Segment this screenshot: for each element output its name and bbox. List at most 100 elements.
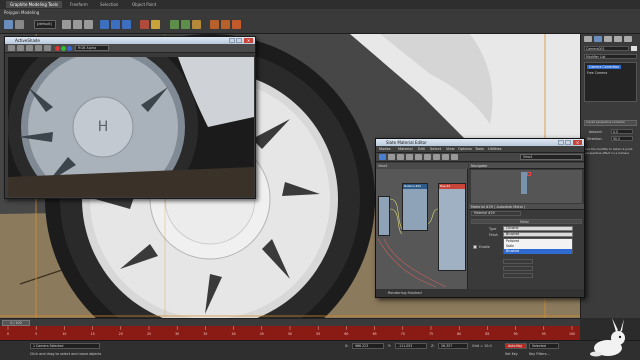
- finish-dropdown-list[interactable]: Polished Satin Brushed: [503, 238, 573, 254]
- object-name-field[interactable]: Camera001: [584, 46, 629, 51]
- modify-tab-icon[interactable]: [594, 36, 602, 42]
- finish-dropdown[interactable]: Brushed: [503, 232, 573, 237]
- save-image-icon[interactable]: [8, 45, 15, 51]
- hide-slots-icon[interactable]: [433, 154, 440, 160]
- clear-icon[interactable]: [44, 45, 51, 51]
- tab-freeform[interactable]: Freeform: [66, 1, 92, 8]
- menu-material[interactable]: Material: [398, 147, 413, 151]
- amount-field[interactable]: [503, 259, 533, 264]
- snap-toggle-icon[interactable]: [100, 20, 109, 29]
- auto-key-button[interactable]: Auto Key: [505, 343, 527, 349]
- menu-modes[interactable]: Modes: [379, 147, 391, 151]
- put-to-scene-icon[interactable]: [397, 154, 404, 160]
- timeline-tick-label: 25: [147, 332, 151, 336]
- scale-field[interactable]: [503, 273, 533, 278]
- time-slider[interactable]: 0 / 100: [0, 318, 580, 326]
- modifier-stack[interactable]: Camera Correction Free Camera: [584, 62, 637, 102]
- timeline-tick-label: 60: [344, 332, 348, 336]
- metal-rollout-header[interactable]: Metal: [471, 219, 582, 224]
- direction-spinner[interactable]: 90.0: [611, 136, 633, 141]
- sme-maximize-button[interactable]: [565, 140, 571, 145]
- tab-object-paint[interactable]: Object Paint: [128, 1, 160, 8]
- maximize-button[interactable]: [236, 38, 242, 43]
- prompt-line: Click and drag to select and move object…: [30, 352, 102, 356]
- key-filters-button[interactable]: Key Filters...: [529, 352, 550, 356]
- type-dropdown[interactable]: Chrome: [503, 226, 573, 231]
- assign-material-icon[interactable]: [406, 154, 413, 160]
- render-setup-icon[interactable]: [210, 20, 219, 29]
- motion-tab-icon[interactable]: [614, 36, 622, 42]
- close-button[interactable]: ✕: [244, 38, 253, 43]
- activeshade-title: ActiveShade: [15, 38, 40, 43]
- angle-snap-icon[interactable]: [111, 20, 120, 29]
- view-dropdown[interactable]: [default]: [34, 20, 56, 29]
- blue-channel-icon[interactable]: [67, 46, 72, 51]
- material-editor-icon[interactable]: [192, 20, 201, 29]
- show-map-icon[interactable]: [442, 154, 449, 160]
- select-object-icon[interactable]: [4, 20, 13, 29]
- tab-graphite-modeling[interactable]: Graphite Modeling Tools: [6, 1, 63, 8]
- menu-select[interactable]: Select: [430, 147, 441, 151]
- copy-image-icon[interactable]: [17, 45, 24, 51]
- timeline-tick-label: 40: [232, 332, 236, 336]
- curve-editor-icon[interactable]: [170, 20, 179, 29]
- select-tool-icon[interactable]: [379, 154, 386, 160]
- navigator-view[interactable]: [471, 170, 582, 203]
- menu-utilities[interactable]: Utilities: [488, 147, 502, 151]
- stack-item-free-camera[interactable]: Free Camera: [587, 71, 607, 75]
- width-field[interactable]: [503, 266, 533, 271]
- tab-selection[interactable]: Selection: [96, 1, 122, 8]
- perspective-rollout-header[interactable]: 2-point perspective correction: [584, 120, 637, 126]
- mirror-icon[interactable]: [140, 20, 149, 29]
- menu-edit[interactable]: Edit: [418, 147, 425, 151]
- percent-snap-icon[interactable]: [122, 20, 131, 29]
- clone-window-icon[interactable]: [26, 45, 33, 51]
- schematic-view-icon[interactable]: [181, 20, 190, 29]
- menu-options[interactable]: Options: [458, 147, 472, 151]
- sme-minimize-button[interactable]: [558, 140, 564, 145]
- create-tab-icon[interactable]: [584, 36, 592, 42]
- pick-material-icon[interactable]: [388, 154, 395, 160]
- object-color-swatch[interactable]: [631, 46, 637, 51]
- material-name-field[interactable]: Material #29: [471, 211, 521, 216]
- rotate-icon[interactable]: [73, 20, 82, 29]
- x-coordinate[interactable]: 966.223: [352, 343, 384, 349]
- render-production-icon[interactable]: [232, 20, 241, 29]
- minimize-button[interactable]: [229, 38, 235, 43]
- sme-close-button[interactable]: ✕: [573, 140, 582, 145]
- amount-spinner[interactable]: 0.0: [611, 129, 633, 134]
- print-icon[interactable]: [35, 45, 42, 51]
- node-material-29[interactable]: Material #29 Autodesk Metal: [402, 183, 428, 231]
- menu-view[interactable]: View: [446, 147, 455, 151]
- channel-dropdown[interactable]: RGB Alpha: [75, 45, 109, 51]
- z-coordinate[interactable]: 26.357: [438, 343, 468, 349]
- scale-icon[interactable]: [84, 20, 93, 29]
- align-icon[interactable]: [151, 20, 160, 29]
- node-output[interactable]: [378, 196, 390, 236]
- finish-option-brushed[interactable]: Brushed: [504, 249, 572, 254]
- green-channel-icon[interactable]: [61, 46, 66, 51]
- view-selector-dropdown[interactable]: View1: [520, 154, 582, 160]
- red-channel-icon[interactable]: [55, 46, 60, 51]
- amount-label: Amount:: [589, 130, 603, 134]
- delete-icon[interactable]: [415, 154, 422, 160]
- hierarchy-tab-icon[interactable]: [604, 36, 612, 42]
- enable-checkbox[interactable]: [473, 245, 477, 249]
- stack-item-camera-correction[interactable]: Camera Correction: [587, 65, 622, 69]
- set-key-button[interactable]: Set Key: [505, 352, 518, 356]
- move-children-icon[interactable]: [424, 154, 431, 160]
- y-coordinate[interactable]: -111.053: [395, 343, 427, 349]
- selected-dropdown[interactable]: Selected: [529, 343, 559, 349]
- select-by-name-icon[interactable]: [15, 20, 24, 29]
- node-view[interactable]: View1 Material #29 Autodesk Metal Map #9: [376, 163, 468, 289]
- activeshade-titlebar[interactable]: ActiveShade ✕: [5, 37, 255, 44]
- node-map-9[interactable]: Map #9: [438, 183, 466, 271]
- menu-tools[interactable]: Tools: [475, 147, 484, 151]
- display-tab-icon[interactable]: [624, 36, 632, 42]
- move-icon[interactable]: [62, 20, 71, 29]
- modifier-list-dropdown[interactable]: Modifier List: [584, 54, 637, 59]
- sme-titlebar[interactable]: Slate Material Editor ✕: [376, 139, 584, 146]
- layout-icon[interactable]: [451, 154, 458, 160]
- timeline-tick-label: 95: [542, 332, 546, 336]
- render-frame-icon[interactable]: [221, 20, 230, 29]
